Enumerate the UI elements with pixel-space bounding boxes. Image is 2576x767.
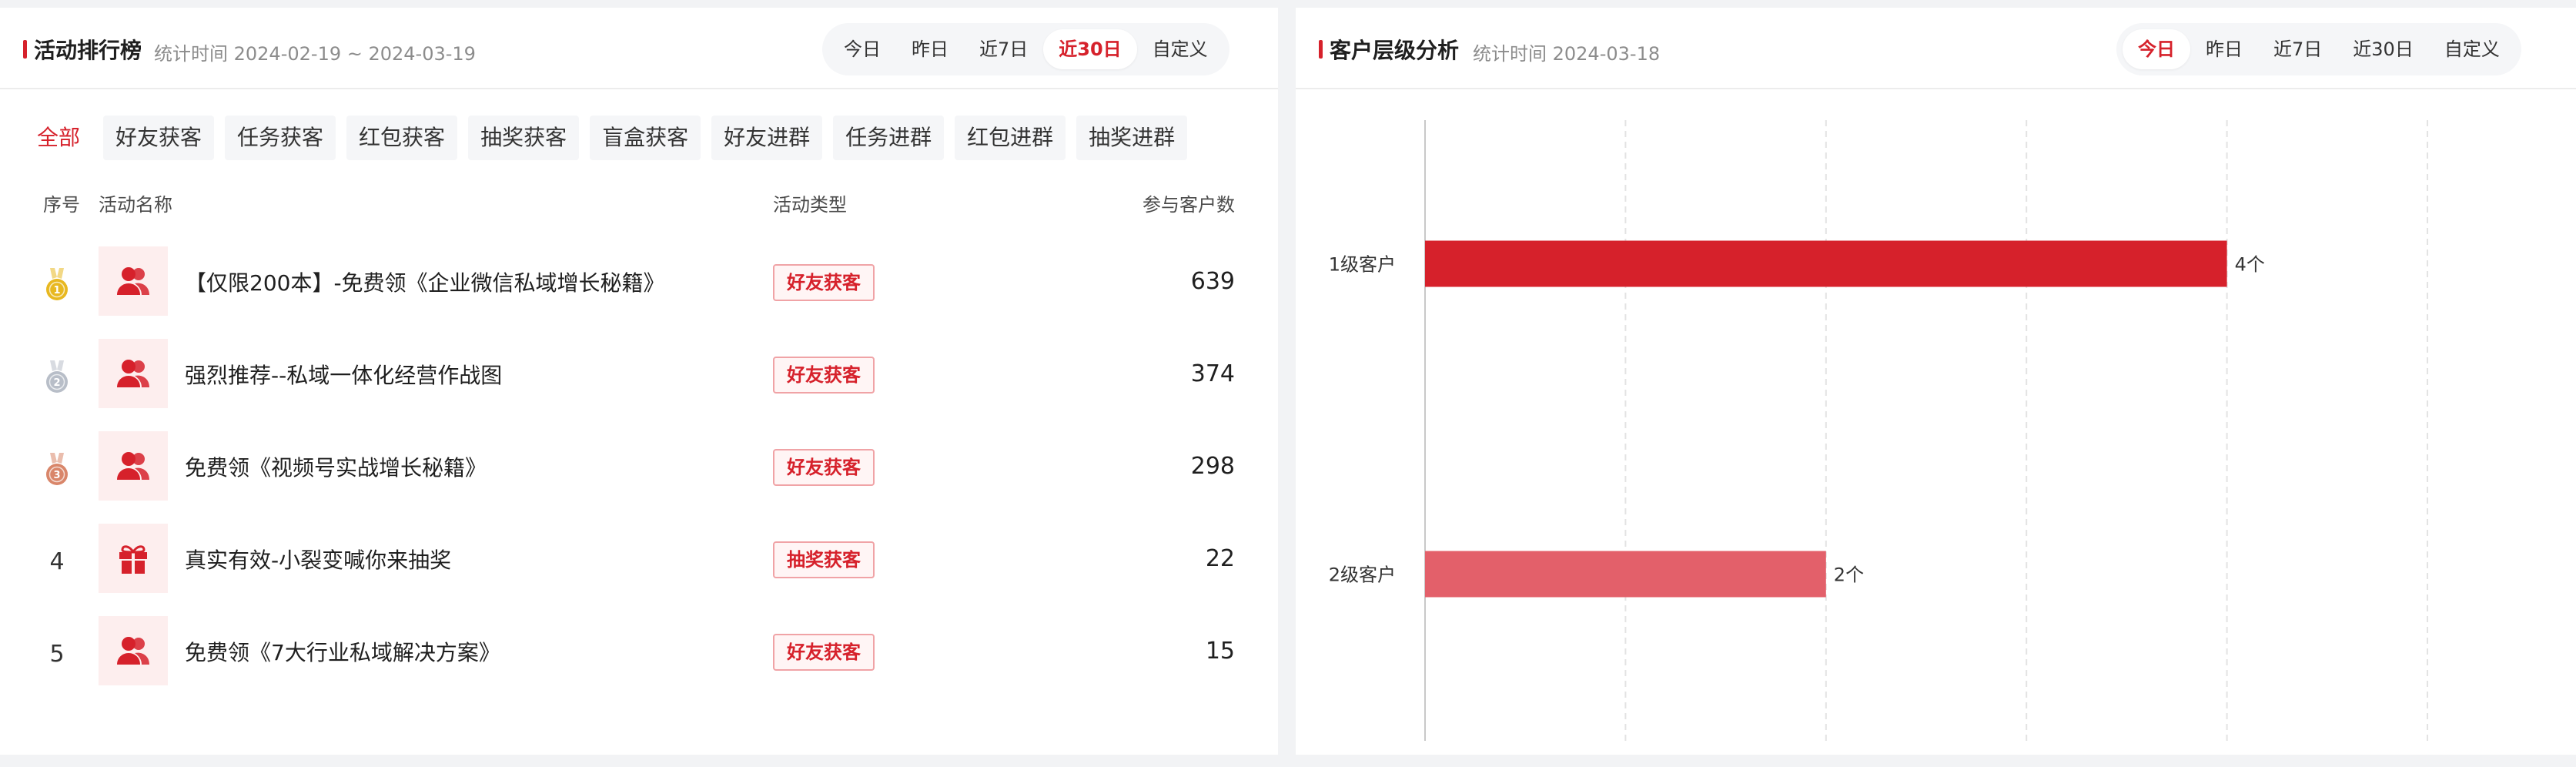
bar[interactable]	[1425, 240, 2227, 287]
activity-name[interactable]: 【仅限200本】-免费领《企业微信私域增长秘籍》	[185, 266, 665, 297]
users-icon	[116, 450, 150, 481]
title-accent-bar	[1319, 40, 1323, 59]
filter-chip[interactable]: 抽奖获客	[468, 116, 580, 160]
activity-name[interactable]: 免费领《7大行业私域解决方案》	[185, 636, 500, 667]
column-header-count: 参与客户数	[1142, 194, 1235, 216]
ranking-range-option[interactable]: 近30日	[1043, 29, 1137, 69]
ranking-range-option[interactable]: 昨日	[896, 29, 964, 69]
participant-count: 298	[1190, 453, 1235, 480]
activity-name[interactable]: 真实有效-小裂变喊你来抽奖	[185, 544, 451, 574]
filter-chip[interactable]: 红包获客	[346, 116, 458, 160]
customer-level-bar-chart: 1级客户 4个 2级客户 2个	[1329, 120, 2428, 741]
ranking-range-option[interactable]: 近7日	[964, 29, 1043, 69]
table-row[interactable]: 3 免费领《视频号实战增长秘籍》 好友获客 298	[0, 431, 1278, 501]
column-header-index: 序号	[43, 194, 80, 216]
participant-count: 22	[1205, 545, 1235, 572]
users-icon	[116, 635, 150, 666]
users-icon	[116, 358, 150, 389]
gold-medal-icon: 1	[40, 268, 74, 302]
svg-text:2: 2	[53, 377, 60, 389]
activity-thumbnail	[99, 524, 168, 593]
filter-chip[interactable]: 抽奖进群	[1076, 116, 1188, 160]
participant-count: 374	[1190, 360, 1235, 387]
participant-count: 639	[1190, 268, 1235, 295]
filter-chip[interactable]: 好友获客	[103, 116, 215, 160]
customer-level-range-option[interactable]: 自定义	[2429, 29, 2515, 69]
rank-number: 4	[49, 548, 65, 575]
category-label: 2级客户	[1329, 564, 1396, 586]
table-row[interactable]: 4 真实有效-小裂变喊你来抽奖 抽奖获客 22	[0, 524, 1278, 593]
svg-text:1: 1	[53, 285, 60, 296]
customer-level-header: 客户层级分析 统计时间 2024-03-18 今日 昨日 近7日 近30日 自定义	[1296, 8, 2576, 89]
data-label: 4个	[2235, 254, 2265, 276]
activity-type-tag: 好友获客	[773, 264, 875, 301]
activity-type-filters: 全部 好友获客 任务获客 红包获客 抽奖获客 盲盒获客 好友进群 任务进群 红包进群 抽奖进群	[23, 116, 1188, 160]
activity-ranking-panel: 活动排行榜 统计时间 2024-02-19 ~ 2024-03-19 今日 昨日近…	[0, 8, 1278, 755]
activity-thumbnail	[99, 616, 168, 685]
filter-chip[interactable]: 全部	[23, 116, 92, 160]
ranking-subtitle: 统计时间 2024-02-19 ~ 2024-03-19	[154, 43, 476, 65]
activity-name[interactable]: 免费领《视频号实战增长秘籍》	[185, 451, 487, 482]
customer-level-range-option[interactable]: 近7日	[2258, 29, 2337, 69]
activity-thumbnail	[99, 339, 168, 408]
customer-level-range-option[interactable]: 近30日	[2337, 29, 2429, 69]
bronze-medal-icon: 3	[40, 453, 74, 487]
svg-text:3: 3	[53, 470, 60, 481]
activity-type-tag: 好友获客	[773, 449, 875, 486]
customer-level-range-option[interactable]: 昨日	[2190, 29, 2258, 69]
activity-type-tag: 好友获客	[773, 634, 875, 671]
gift-icon	[116, 541, 150, 575]
ranking-header: 活动排行榜 统计时间 2024-02-19 ~ 2024-03-19 今日 昨日近…	[0, 8, 1278, 89]
participant-count: 15	[1205, 638, 1235, 665]
customer-level-panel: 客户层级分析 统计时间 2024-03-18 今日 昨日 近7日 近30日 自定义 1级…	[1296, 8, 2576, 755]
activity-name[interactable]: 强烈推荐--私域一体化经营作战图	[185, 359, 502, 390]
activity-thumbnail	[99, 431, 168, 501]
customer-level-range-option[interactable]: 今日	[2123, 29, 2190, 69]
customer-level-subtitle: 统计时间 2024-03-18	[1473, 43, 1661, 65]
column-header-type: 活动类型	[773, 194, 847, 216]
ranking-range-option[interactable]: 自定义	[1137, 29, 1223, 69]
table-row[interactable]: 2 强烈推荐--私域一体化经营作战图 好友获客 374	[0, 339, 1278, 408]
filter-chip[interactable]: 任务获客	[225, 116, 336, 160]
table-row[interactable]: 1 【仅限200本】-免费领《企业微信私域增长秘籍》 好友获客 639	[0, 246, 1278, 316]
rank-number: 5	[49, 641, 65, 668]
users-icon	[116, 266, 150, 296]
activity-type-tag: 好友获客	[773, 357, 875, 394]
filter-chip[interactable]: 任务进群	[833, 116, 945, 160]
filter-chip[interactable]: 盲盒获客	[590, 116, 701, 160]
table-row[interactable]: 5 免费领《7大行业私域解决方案》 好友获客 15	[0, 616, 1278, 685]
filter-chip[interactable]: 好友进群	[711, 116, 823, 160]
bar[interactable]	[1425, 551, 1826, 598]
column-header-name: 活动名称	[99, 194, 172, 216]
ranking-range-selector: 今日 昨日 近7日 近30日 自定义	[822, 23, 1229, 75]
category-label: 1级客户	[1329, 254, 1396, 276]
ranking-title: 活动排行榜	[34, 38, 142, 63]
activity-thumbnail	[99, 246, 168, 316]
customer-level-range-selector: 今日 昨日 近7日 近30日 自定义	[2116, 23, 2521, 75]
silver-medal-icon: 2	[40, 360, 74, 394]
filter-chip[interactable]: 红包进群	[955, 116, 1066, 160]
customer-level-title: 客户层级分析	[1330, 38, 1460, 63]
data-label: 2个	[1834, 564, 1864, 586]
ranking-range-option[interactable]: 今日	[828, 29, 896, 69]
title-accent-bar	[23, 40, 27, 59]
activity-type-tag: 抽奖获客	[773, 541, 875, 578]
